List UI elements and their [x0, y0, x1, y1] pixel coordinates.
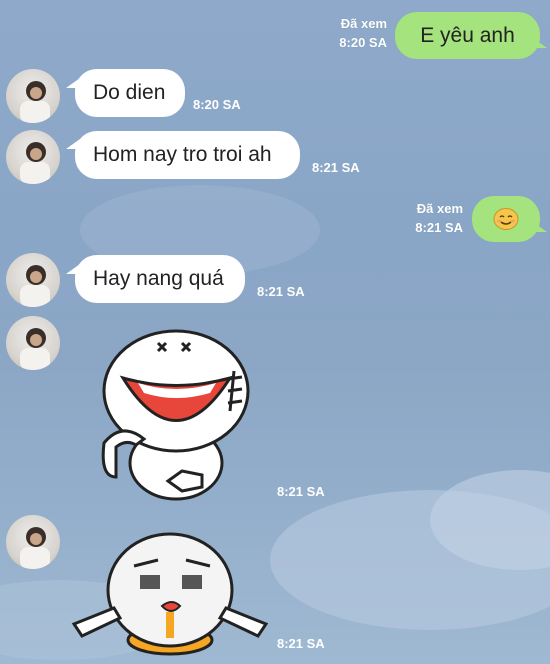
avatar[interactable]: [6, 316, 60, 370]
outgoing-emoji-message[interactable]: [472, 196, 540, 242]
laughing-sticker[interactable]: [98, 323, 258, 501]
message-time: 8:21 SA: [257, 284, 305, 299]
seen-status: Đã xem 8:21 SA: [415, 201, 463, 235]
incoming-message[interactable]: Do dien: [75, 69, 185, 117]
crying-sticker[interactable]: [70, 520, 270, 660]
avatar[interactable]: [6, 515, 60, 569]
smile-emoji-icon: [493, 208, 519, 230]
seen-status: Đã xem 8:20 SA: [339, 16, 387, 50]
avatar[interactable]: [6, 130, 60, 184]
message-time: 8:21 SA: [277, 636, 325, 651]
message-time: 8:21 SA: [312, 160, 360, 175]
avatar[interactable]: [6, 253, 60, 307]
message-time: 8:21 SA: [277, 484, 325, 499]
message-time: 8:20 SA: [193, 97, 241, 112]
incoming-message[interactable]: Hay nang quá: [75, 255, 245, 303]
avatar[interactable]: [6, 69, 60, 123]
incoming-message[interactable]: Hom nay tro troi ah: [75, 131, 300, 179]
outgoing-message[interactable]: E yêu anh: [395, 12, 540, 59]
